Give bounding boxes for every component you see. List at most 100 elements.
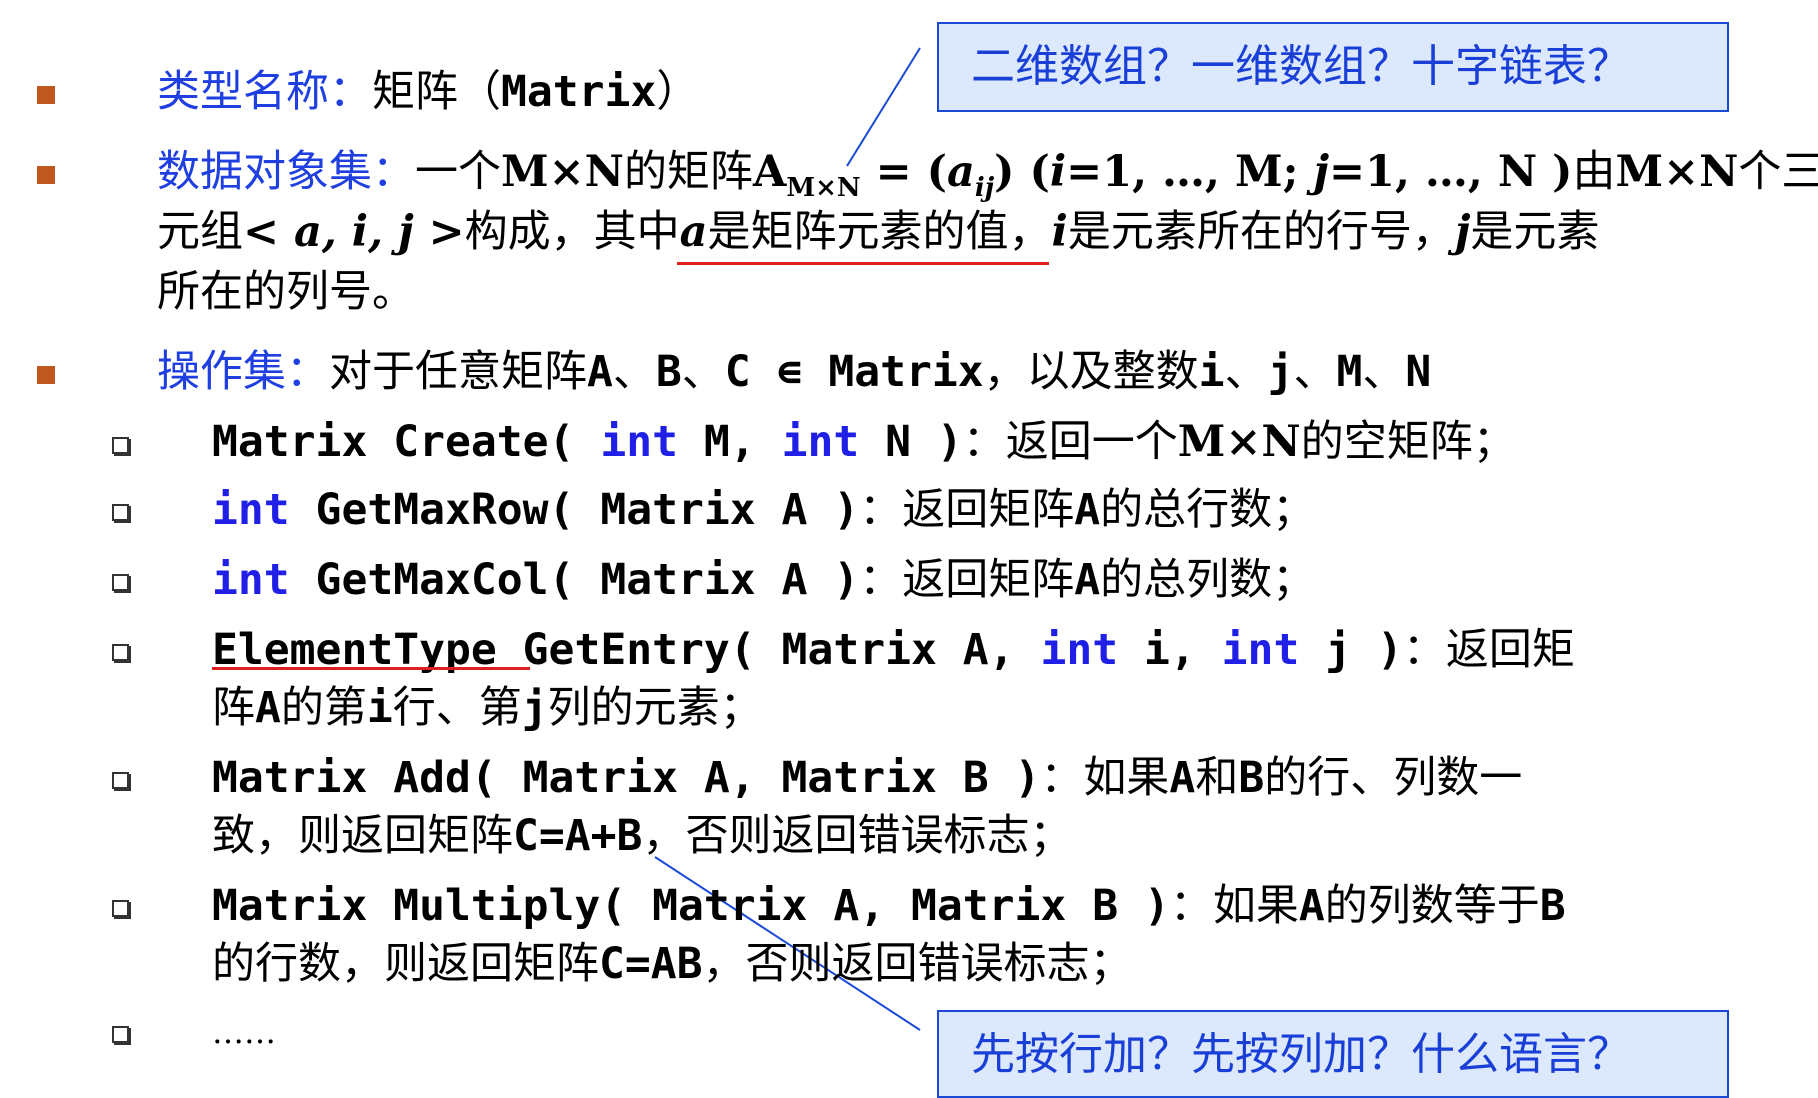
- bullet-data-objects: [37, 166, 55, 184]
- bullet-op-getmaxcol: [112, 574, 129, 591]
- ellipsis: ……: [212, 1013, 276, 1051]
- text: 行、第: [392, 683, 522, 733]
- text: < a, i, j >: [243, 207, 465, 257]
- bullet-op-create: [112, 437, 129, 454]
- op-getentry-line-2: 阵A的第i行、第j列的元素；: [212, 680, 763, 736]
- keyword: int: [600, 417, 678, 467]
- text: M×N: [1615, 147, 1739, 197]
- keyword: int: [212, 485, 290, 535]
- text: N: [1405, 347, 1432, 397]
- op-more-line: ……: [212, 1004, 276, 1060]
- text: 的行、列数一: [1264, 753, 1523, 803]
- data-objects-label: 数据对象集：: [157, 147, 415, 197]
- text: B: [1539, 881, 1566, 931]
- bullet-op-getentry: [112, 644, 129, 661]
- text: 的总列数；: [1100, 555, 1316, 605]
- text: j: [1313, 147, 1330, 197]
- underline-elementtype: [212, 667, 530, 670]
- text: ：返回矩阵: [859, 555, 1075, 605]
- text: 的行数，则返回矩阵: [212, 939, 599, 989]
- bullet-op-more: [112, 1026, 129, 1043]
- text: j: [1267, 347, 1294, 397]
- text: 所在的列号。: [157, 267, 415, 317]
- code: M,: [678, 417, 782, 467]
- text: M×N: [1177, 417, 1301, 467]
- text: ，否则返回错误标志；: [642, 811, 1073, 861]
- text: i: [1198, 347, 1225, 397]
- underline-element-value: [677, 262, 1049, 265]
- text: 、: [1362, 347, 1406, 397]
- text: 是矩阵元素的值，: [707, 207, 1052, 257]
- text: ：返回一个: [962, 417, 1178, 467]
- op-multiply-line-1: Matrix Multiply( Matrix A, Matrix B )：如果…: [212, 878, 1566, 934]
- type-name-text: 矩阵（: [372, 67, 501, 117]
- text: j: [521, 683, 548, 733]
- subscript: M×N: [786, 173, 861, 203]
- keyword: int: [1221, 625, 1300, 675]
- text: A: [1169, 753, 1196, 803]
- type-name-line: 类型名称：矩阵（Matrix）: [157, 64, 699, 120]
- text: 由: [1572, 147, 1616, 197]
- text: 和: [1195, 753, 1239, 803]
- code: Matrix Create(: [212, 417, 601, 467]
- text: 、: [1224, 347, 1268, 397]
- bullet-op-multiply: [112, 900, 129, 917]
- op-add-line-1: Matrix Add( Matrix A, Matrix B )：如果A和B的行…: [212, 750, 1522, 806]
- data-objects-line-3: 所在的列号。: [157, 264, 415, 320]
- text: ：返回矩阵: [859, 485, 1075, 535]
- text: A: [1074, 485, 1101, 535]
- bullet-operations: [37, 366, 55, 384]
- data-objects-line-2: 元组< a, i, j >构成，其中a是矩阵元素的值，i是元素所在的行号，j是元…: [157, 204, 1599, 260]
- text: 元组: [157, 207, 243, 257]
- text: 的列数等于: [1324, 881, 1540, 931]
- op-create-line: Matrix Create( int M, int N )：返回一个M×N的空矩…: [212, 414, 1516, 470]
- keyword: int: [1040, 625, 1119, 675]
- keyword: int: [212, 555, 290, 605]
- op-add-line-2: 致，则返回矩阵C=A+B，否则返回错误标志；: [212, 808, 1072, 864]
- text: 阵: [212, 683, 255, 733]
- code: GetEntry( Matrix A,: [496, 625, 1041, 675]
- code: N ): [859, 417, 963, 467]
- text: 列的元素；: [547, 683, 763, 733]
- text: 致，则返回矩阵: [212, 811, 513, 861]
- text: M: [1336, 347, 1363, 397]
- text: i: [1051, 207, 1068, 257]
- text: 是元素: [1470, 207, 1600, 257]
- code: j ): [1299, 625, 1403, 675]
- type-name-code: Matrix: [501, 67, 657, 117]
- type-name-close: ）: [656, 67, 700, 117]
- text: 的第: [280, 683, 367, 733]
- type-name-label: 类型名称：: [157, 67, 372, 117]
- text: 是元素所在的行号，: [1067, 207, 1455, 257]
- ops-header-line: 操作集：对于任意矩阵A、B、C ∊ Matrix，以及整数i、j、M、N: [157, 344, 1431, 400]
- text: ：如果: [1040, 753, 1170, 803]
- text: = (: [860, 147, 947, 197]
- text: A: [255, 683, 281, 733]
- text: ：如果: [1169, 881, 1299, 931]
- text: a: [679, 207, 708, 257]
- text: A: [752, 147, 787, 197]
- text: 构成，其中: [464, 207, 680, 257]
- text: ，以及整数: [983, 347, 1199, 397]
- text: ) (: [994, 147, 1050, 197]
- text: i: [366, 683, 393, 733]
- text: B: [1238, 753, 1265, 803]
- text: 对于任意矩阵: [329, 347, 587, 397]
- code: Matrix Multiply( Matrix A, Matrix B ): [212, 881, 1170, 931]
- text: 、: [1293, 347, 1337, 397]
- text: M×N: [501, 147, 624, 197]
- text: a: [946, 147, 975, 197]
- text: 、: [612, 347, 656, 397]
- text: C=A+B: [513, 811, 643, 861]
- code: i,: [1118, 625, 1222, 675]
- text: 、: [681, 347, 725, 397]
- ops-label: 操作集：: [157, 347, 329, 397]
- text: 一个: [415, 147, 501, 197]
- text: =1, …, N ): [1329, 147, 1573, 197]
- text: A: [1074, 555, 1101, 605]
- bullet-op-add: [112, 772, 129, 789]
- bullet-type-name: [37, 86, 55, 104]
- text: A: [587, 347, 613, 397]
- code: GetMaxRow( Matrix A ): [289, 485, 860, 535]
- code: GetMaxCol( Matrix A ): [289, 555, 860, 605]
